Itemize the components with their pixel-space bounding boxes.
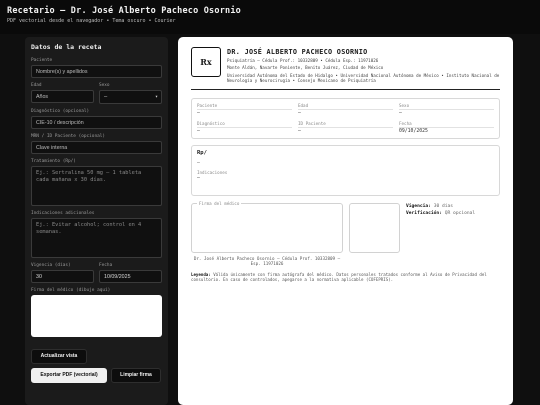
tratamiento-textarea[interactable]: Ej.: Sertralina 50 mg — 1 tableta cada m…: [31, 166, 162, 206]
vigencia-value: 30 días: [433, 203, 454, 209]
mrn-input[interactable]: Clave interna: [31, 141, 162, 154]
vigencia-input[interactable]: 30: [31, 270, 94, 283]
tratamiento-label: Tratamiento (Rp/): [31, 159, 76, 164]
field-key: Diagnóstico: [197, 121, 292, 128]
vigencia-key: Vigencia:: [406, 203, 431, 209]
field-value: 09/10/2025: [399, 128, 428, 134]
paciente-label: Paciente: [31, 58, 53, 63]
form-title: Datos de la receta: [31, 43, 102, 51]
vigencia-label: Vigencia (días): [31, 263, 71, 268]
app-subtitle: PDF vectorial desde el navegador • Tema …: [7, 18, 176, 24]
legend-key: Leyenda:: [191, 271, 211, 277]
rp-value: —: [197, 160, 200, 166]
signature-box-label: Firma del médico: [197, 200, 242, 206]
fecha-input[interactable]: 10/09/2025: [99, 270, 162, 283]
letterhead: Rx DR. JOSÉ ALBERTO PACHECO OSORNIO Psiq…: [191, 47, 500, 90]
field-key: Paciente: [197, 103, 292, 110]
rp-label: Rp/: [197, 149, 207, 156]
field-key: Sexo: [399, 103, 494, 110]
legend-text: Válida únicamente con firma autógrafa de…: [191, 271, 487, 283]
qr-box: [349, 202, 400, 253]
patient-info-card: Paciente — Edad — Sexo — Diagnóstico — ID Pa…: [191, 97, 500, 139]
sexo-select[interactable]: — ▾: [99, 90, 162, 104]
chevron-down-icon: ▾: [154, 94, 158, 100]
field-key: ID Paciente: [298, 121, 393, 128]
signature-pad[interactable]: [31, 295, 162, 337]
field-value: —: [298, 110, 301, 116]
rp-card: Rp/ — Indicaciones —: [191, 144, 500, 196]
diagnostico-input[interactable]: CIE-10 / descripción: [31, 116, 162, 129]
paciente-input[interactable]: Nombre(s) y apellidos: [31, 65, 162, 78]
doctor-address: Monte Aldán, Navarte Poniente, Benito Ju…: [227, 65, 384, 71]
field-value: —: [197, 128, 200, 134]
indicaciones-value: —: [197, 175, 200, 181]
doctor-credentials: Psiquiatría — Cédula Prof.: 10332809 • C…: [227, 58, 379, 63]
rx-logo: Rx: [191, 47, 221, 77]
form-panel: Datos de la receta Paciente Nombre(s) y …: [25, 37, 168, 405]
edad-label: Edad: [31, 83, 42, 88]
sexo-label: Sexo: [99, 83, 110, 88]
verificacion-key: Verificación:: [406, 210, 442, 216]
field-value: —: [399, 110, 402, 116]
update-view-button[interactable]: Actualizar vista: [31, 348, 87, 364]
field-key: Fecha: [399, 121, 494, 128]
indicaciones-key: Indicaciones: [197, 169, 228, 175]
edad-input[interactable]: Años: [31, 90, 94, 103]
legend: Leyenda: Válida únicamente con firma aut…: [191, 272, 500, 283]
clear-signature-button[interactable]: Limpiar firma: [111, 367, 161, 383]
indicaciones-label: Indicaciones adicionales: [31, 211, 95, 216]
app-title: Recetario — Dr. José Alberto Pacheco Oso…: [7, 6, 241, 16]
field-value: —: [298, 128, 301, 134]
app-header: Recetario — Dr. José Alberto Pacheco Oso…: [0, 0, 540, 34]
doctor-name: DR. JOSÉ ALBERTO PACHECO OSORNIO: [227, 48, 368, 56]
indicaciones-textarea[interactable]: Ej.: Evitar alcohol; control en 4 semana…: [31, 218, 162, 258]
doctor-institutions: Universidad Autónoma del Estado de Hidal…: [227, 72, 500, 84]
signature-caption: Dr. José Alberto Pacheco Osornio — Cédul…: [193, 255, 341, 267]
diagnostico-label: Diagnóstico (opcional): [31, 109, 90, 114]
mrn-label: MRN / ID Paciente (opcional): [31, 134, 106, 139]
fecha-label: Fecha: [99, 263, 113, 268]
firma-label: Firma del médico (dibuje aquí): [31, 288, 111, 293]
export-pdf-button[interactable]: Exportar PDF (vectorial): [31, 367, 107, 383]
verificacion-value: QR opcional: [444, 210, 476, 216]
field-key: Edad: [298, 103, 393, 110]
field-value: —: [197, 110, 200, 116]
signature-box: Firma del médico: [191, 200, 343, 253]
prescription-preview: Rx DR. JOSÉ ALBERTO PACHECO OSORNIO Psiq…: [178, 37, 513, 405]
sexo-select-value: —: [104, 94, 108, 100]
